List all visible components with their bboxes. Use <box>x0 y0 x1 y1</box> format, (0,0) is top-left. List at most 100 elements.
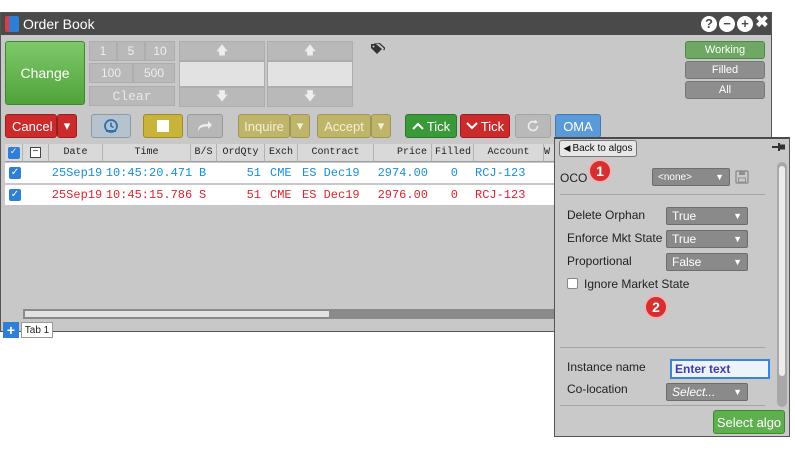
column-header-ordqty[interactable]: OrdQty <box>217 144 265 162</box>
oco-dropdown[interactable]: <none> ▼ <box>652 168 730 186</box>
qty-down-arrow-icon[interactable]: 🡇 <box>267 87 353 107</box>
scrollbar-thumb[interactable] <box>25 311 329 317</box>
title-bar[interactable]: Order Book ? − + ✖ <box>1 13 771 35</box>
order-time: 10:45:15.786 <box>105 188 193 202</box>
column-header-time[interactable]: Time <box>103 144 191 162</box>
ignore-market-state-checkbox[interactable] <box>567 278 578 289</box>
order-date: 25Sep19 <box>51 166 103 180</box>
tab-1[interactable]: Tab 1 <box>21 322 53 338</box>
column-header-filled[interactable]: Filled <box>432 144 474 162</box>
table-row[interactable]: ✓ 25Sep19 10:45:20.471 B 51 CME ES Dec19… <box>5 163 555 183</box>
help-icon[interactable]: ? <box>701 16 717 32</box>
cancel-button[interactable]: Cancel <box>5 114 57 138</box>
enforce-mkt-state-label: Enforce Mkt State <box>567 231 663 245</box>
row-checkbox[interactable]: ✓ <box>9 189 21 201</box>
caret-down-icon: ▼ <box>733 257 742 267</box>
oco-label: OCO <box>560 171 588 185</box>
save-icon[interactable] <box>735 170 749 187</box>
inquire-button[interactable]: Inquire <box>238 114 290 138</box>
minimize-icon[interactable]: − <box>719 16 735 32</box>
pin-icon[interactable] <box>772 141 786 155</box>
close-icon[interactable]: ✖ <box>754 14 770 32</box>
row-checkbox[interactable]: ✓ <box>9 167 21 179</box>
order-date: 25Sep19 <box>51 188 103 202</box>
divider <box>560 347 765 348</box>
chevron-down-icon <box>466 122 478 130</box>
order-side: B <box>199 166 207 180</box>
scrollbar-thumb[interactable] <box>779 166 785 376</box>
qty-button-100[interactable]: 100 <box>89 63 133 83</box>
accept-dropdown-icon[interactable]: ▾ <box>371 114 391 138</box>
tick-up-button[interactable]: Tick <box>405 114 457 138</box>
column-header-contract[interactable]: Contract <box>298 144 374 162</box>
clear-button[interactable]: Clear <box>89 86 175 106</box>
proportional-value: False <box>672 255 702 269</box>
column-header-date[interactable]: Date <box>49 144 103 162</box>
select-all-checkbox[interactable]: ✓ <box>5 144 23 162</box>
horizontal-scrollbar[interactable] <box>23 309 555 319</box>
divider <box>560 405 765 406</box>
delete-orphan-label: Delete Orphan <box>567 208 646 222</box>
back-to-algos-button[interactable]: ◀ Back to algos <box>559 140 637 157</box>
back-to-algos-label: Back to algos <box>572 143 633 154</box>
caret-down-icon: ▼ <box>733 211 742 221</box>
tick-down-button[interactable]: Tick <box>460 114 510 138</box>
instance-name-input[interactable] <box>670 359 770 379</box>
order-account: RCJ-123 <box>475 166 526 180</box>
order-exch: CME <box>270 166 292 180</box>
tags-icon[interactable] <box>371 42 386 58</box>
qty-button-1[interactable]: 1 <box>89 41 117 61</box>
change-button[interactable]: Change <box>5 41 85 105</box>
co-location-value: Select... <box>672 385 716 399</box>
add-tab-button[interactable]: + <box>3 322 19 338</box>
order-filled: 0 <box>450 188 458 202</box>
quantity-spinner: 🡅 🡇 <box>267 41 353 107</box>
column-header-price[interactable]: Price <box>374 144 432 162</box>
window-title: Order Book <box>23 16 95 32</box>
collapse-toggle-icon[interactable]: − <box>23 144 49 162</box>
callout-badge-2: 2 <box>644 295 668 319</box>
price-field[interactable] <box>179 61 265 87</box>
proportional-dropdown[interactable]: False ▼ <box>666 253 748 271</box>
select-algo-button[interactable]: Select algo <box>713 410 785 434</box>
order-qty: 51 <box>246 188 261 202</box>
maximize-icon[interactable]: + <box>737 16 753 32</box>
qty-up-arrow-icon[interactable]: 🡅 <box>267 41 353 61</box>
qty-button-5[interactable]: 5 <box>117 41 145 61</box>
qty-button-10[interactable]: 10 <box>145 41 175 61</box>
order-account: RCJ-123 <box>475 188 526 202</box>
callout-badge-1: 1 <box>588 159 612 183</box>
column-header-exch[interactable]: Exch <box>265 144 298 162</box>
order-history-icon[interactable] <box>91 114 131 138</box>
cancel-dropdown-icon[interactable]: ▾ <box>57 114 77 138</box>
co-location-label: Co-location <box>567 382 628 396</box>
chevron-left-icon: ◀ <box>563 143 571 153</box>
ignore-market-state-label: Ignore Market State <box>584 277 690 291</box>
all-filter-button[interactable]: All <box>685 81 765 99</box>
enforce-mkt-state-dropdown[interactable]: True ▼ <box>666 230 748 248</box>
filled-filter-button[interactable]: Filled <box>685 61 765 79</box>
delete-orphan-dropdown[interactable]: True ▼ <box>666 207 748 225</box>
price-spinner: 🡅 🡇 <box>179 41 265 107</box>
co-location-dropdown[interactable]: Select... ▼ <box>666 383 748 401</box>
order-contract: ES Dec19 <box>302 166 360 180</box>
price-up-arrow-icon[interactable]: 🡅 <box>179 41 265 61</box>
quantity-field[interactable] <box>267 61 353 87</box>
oma-button[interactable]: OMA <box>555 114 601 138</box>
caret-down-icon: ▼ <box>715 172 724 182</box>
refresh-icon[interactable] <box>515 114 551 138</box>
accept-button[interactable]: Accept <box>317 114 371 138</box>
chevron-up-icon <box>412 122 424 130</box>
inquire-dropdown-icon[interactable]: ▾ <box>290 114 310 138</box>
stop-icon[interactable] <box>143 114 183 138</box>
column-header-bs[interactable]: B/S <box>191 144 217 162</box>
table-row[interactable]: ✓ 25Sep19 10:45:15.786 S 51 CME ES Dec19… <box>5 185 555 205</box>
forward-arrow-icon[interactable] <box>187 114 223 138</box>
working-filter-button[interactable]: Working <box>685 41 765 59</box>
qty-button-500[interactable]: 500 <box>133 63 175 83</box>
order-time: 10:45:20.471 <box>105 166 193 180</box>
price-down-arrow-icon[interactable]: 🡇 <box>179 87 265 107</box>
column-header-account[interactable]: Account <box>474 144 544 162</box>
order-contract: ES Dec19 <box>302 188 360 202</box>
vertical-scrollbar[interactable] <box>777 162 787 407</box>
